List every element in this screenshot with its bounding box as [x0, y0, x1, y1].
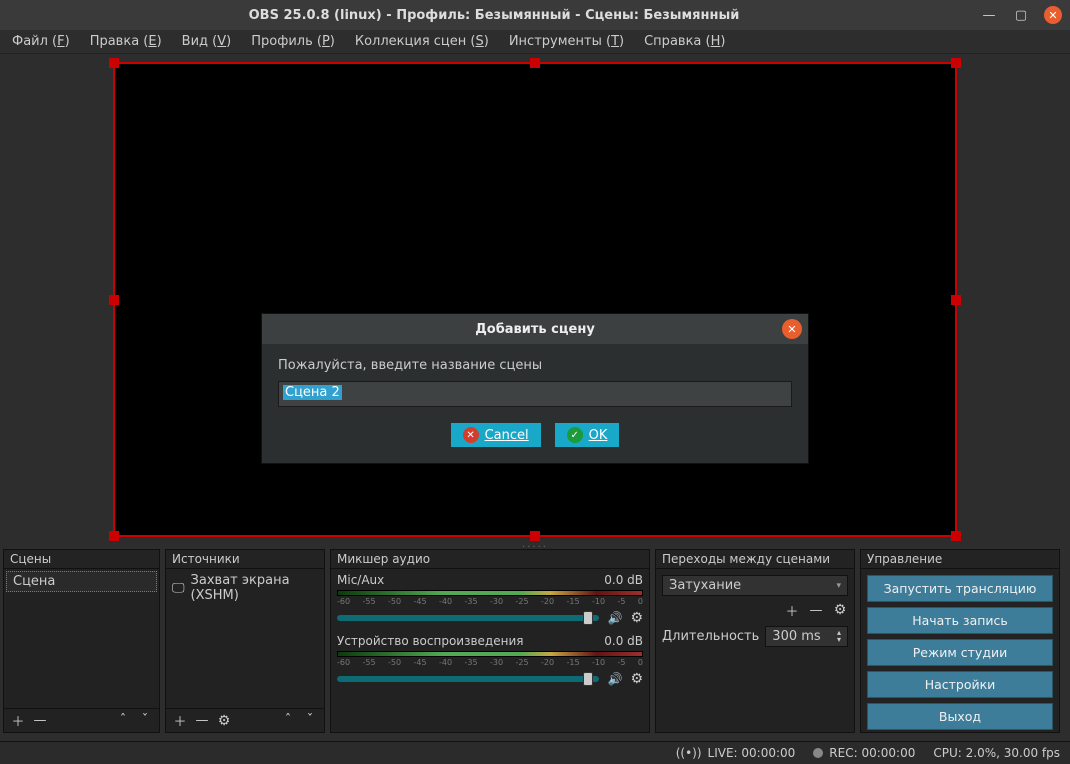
volume-meter-icon [337, 590, 643, 596]
mixer-channel: Mic/Aux 0.0 dB -60-55-50-45-40-35-30-25-… [333, 571, 647, 632]
cancel-button[interactable]: ✕ Cancel [451, 423, 541, 447]
mixer-channel-name: Устройство воспроизведения [337, 634, 523, 648]
duration-stepper[interactable]: 300 ms ▴▾ [765, 626, 848, 647]
scenes-panel-title: Сцены [4, 550, 159, 569]
transition-select-value: Затухание [669, 578, 741, 593]
resize-handle-icon[interactable] [951, 58, 961, 68]
transitions-title: Переходы между сценами [656, 550, 854, 569]
sources-panel-title: Источники [166, 550, 324, 569]
dialog-close-button[interactable]: ✕ [782, 319, 802, 339]
duration-value: 300 ms [772, 629, 820, 644]
move-source-up-button[interactable]: ˆ [280, 713, 296, 729]
channel-settings-button[interactable] [630, 610, 643, 626]
resize-handle-icon[interactable] [109, 531, 119, 541]
cancel-button-label: Cancel [485, 428, 529, 443]
dialog-titlebar: Добавить сцену ✕ [262, 314, 808, 344]
resize-handle-icon[interactable] [951, 531, 961, 541]
volume-meter-icon [337, 651, 643, 657]
resize-handle-icon[interactable] [109, 295, 119, 305]
source-settings-button[interactable] [216, 713, 232, 729]
start-stream-button[interactable]: Запустить трансляцию [867, 575, 1053, 602]
menu-file[interactable]: Файл (F) [2, 32, 80, 51]
source-item-label: Захват экрана (XSHM) [191, 573, 318, 603]
ok-button-label: OK [589, 428, 608, 443]
audio-mixer-panel: Микшер аудио Mic/Aux 0.0 dB -60-55-50-45… [330, 549, 650, 733]
maximize-button[interactable]: ▢ [1012, 6, 1030, 24]
dialog-label: Пожалуйста, введите название сцены [278, 358, 792, 373]
scene-name-input-value: Сцена 2 [283, 385, 342, 400]
add-source-button[interactable]: ＋ [172, 713, 188, 729]
menu-help[interactable]: Справка (H) [634, 32, 735, 51]
resize-handle-icon[interactable] [530, 58, 540, 68]
scenes-panel: Сцены Сцена ＋ — ˆ ˇ [3, 549, 160, 733]
exit-button[interactable]: Выход [867, 703, 1053, 730]
resize-handle-icon[interactable] [530, 531, 540, 541]
titlebar: OBS 25.0.8 (linux) - Профиль: Безымянный… [0, 0, 1070, 30]
transition-settings-button[interactable] [832, 602, 848, 618]
mixer-channel: Устройство воспроизведения 0.0 dB -60-55… [333, 632, 647, 693]
mixer-ticks: -60-55-50-45-40-35-30-25-20-15-10-50 [337, 597, 643, 606]
controls-panel: Управление Запустить трансляцию Начать з… [860, 549, 1060, 733]
menu-scene-collection[interactable]: Коллекция сцен (S) [345, 32, 499, 51]
ok-icon: ✓ [567, 427, 583, 443]
volume-slider[interactable] [337, 676, 599, 682]
start-record-button[interactable]: Начать запись [867, 607, 1053, 634]
mute-button[interactable] [607, 672, 622, 687]
record-indicator-icon [813, 748, 823, 758]
move-scene-up-button[interactable]: ˆ [115, 713, 131, 729]
resize-handle-icon[interactable] [109, 58, 119, 68]
chevron-down-icon: ▾ [836, 581, 841, 591]
spin-arrows-icon: ▴▾ [837, 629, 841, 644]
transition-select[interactable]: Затухание ▾ [662, 575, 848, 596]
mute-button[interactable] [607, 611, 622, 626]
menu-profile[interactable]: Профиль (P) [241, 32, 345, 51]
mixer-channel-level: 0.0 dB [604, 634, 643, 648]
remove-scene-button[interactable]: — [32, 713, 48, 729]
source-list-item[interactable]: 🖵 Захват экрана (XSHM) [168, 571, 322, 605]
mixer-channel-name: Mic/Aux [337, 573, 384, 587]
menu-edit[interactable]: Правка (E) [80, 32, 172, 51]
move-source-down-button[interactable]: ˇ [302, 713, 318, 729]
menu-view[interactable]: Вид (V) [172, 32, 242, 51]
display-icon: 🖵 [172, 581, 185, 596]
add-scene-button[interactable]: ＋ [10, 713, 26, 729]
window-title: OBS 25.0.8 (linux) - Профиль: Безымянный… [8, 8, 980, 23]
volume-slider[interactable] [337, 615, 599, 621]
audio-mixer-title: Микшер аудио [331, 550, 649, 569]
mixer-ticks: -60-55-50-45-40-35-30-25-20-15-10-50 [337, 658, 643, 667]
dock-row: Сцены Сцена ＋ — ˆ ˇ Источники 🖵 Захват э… [0, 549, 1070, 733]
ok-button[interactable]: ✓ OK [555, 423, 620, 447]
menubar: Файл (F) Правка (E) Вид (V) Профиль (P) … [0, 30, 1070, 54]
duration-label: Длительность [662, 629, 759, 644]
scene-name-input[interactable]: Сцена 2 [278, 381, 792, 407]
channel-settings-button[interactable] [630, 671, 643, 687]
studio-mode-button[interactable]: Режим студии [867, 639, 1053, 666]
preview-canvas[interactable] [113, 62, 957, 537]
scene-list-item[interactable]: Сцена [6, 571, 157, 592]
cpu-status: CPU: 2.0%, 30.00 fps [933, 746, 1060, 760]
minimize-button[interactable]: — [980, 6, 998, 24]
preview-area [0, 54, 1070, 545]
broadcast-icon: ((•)) [676, 746, 702, 760]
sources-panel: Источники 🖵 Захват экрана (XSHM) ＋ — ˆ ˇ [165, 549, 325, 733]
live-time: LIVE: 00:00:00 [708, 746, 796, 760]
rec-time: REC: 00:00:00 [829, 746, 915, 760]
window-controls: — ▢ ✕ [980, 6, 1062, 24]
resize-handle-icon[interactable] [951, 295, 961, 305]
mixer-channel-level: 0.0 dB [604, 573, 643, 587]
close-button[interactable]: ✕ [1044, 6, 1062, 24]
cancel-icon: ✕ [463, 427, 479, 443]
controls-title: Управление [861, 550, 1059, 569]
remove-source-button[interactable]: — [194, 713, 210, 729]
remove-transition-button[interactable]: — [808, 602, 824, 618]
statusbar: ((•)) LIVE: 00:00:00 REC: 00:00:00 CPU: 2… [0, 741, 1070, 764]
settings-button[interactable]: Настройки [867, 671, 1053, 698]
dialog-title: Добавить сцену [475, 322, 595, 337]
add-transition-button[interactable]: ＋ [784, 602, 800, 618]
add-scene-dialog: Добавить сцену ✕ Пожалуйста, введите наз… [261, 313, 809, 464]
transitions-panel: Переходы между сценами Затухание ▾ ＋ — Д… [655, 549, 855, 733]
move-scene-down-button[interactable]: ˇ [137, 713, 153, 729]
menu-tools[interactable]: Инструменты (T) [499, 32, 634, 51]
